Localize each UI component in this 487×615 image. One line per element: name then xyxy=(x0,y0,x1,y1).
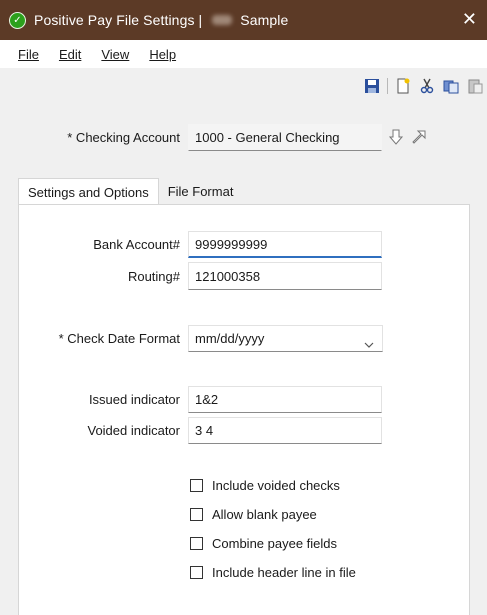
copy-icon[interactable] xyxy=(441,76,461,96)
routing-value: 121000358 xyxy=(195,268,261,284)
check-date-format-value: mm/dd/yyyy xyxy=(195,331,265,346)
allow-blank-payee-option[interactable]: Allow blank payee xyxy=(190,507,317,522)
combine-payee-fields-option[interactable]: Combine payee fields xyxy=(190,536,337,551)
toolbar-separator xyxy=(387,78,388,94)
toolbar xyxy=(360,74,487,98)
include-header-line-option[interactable]: Include header line in file xyxy=(190,565,356,580)
include-voided-checks-checkbox[interactable] xyxy=(190,479,203,492)
issued-indicator-input[interactable]: 1&2 xyxy=(188,386,382,413)
tab-file-format[interactable]: File Format xyxy=(159,178,243,204)
issued-indicator-label: Issued indicator xyxy=(88,392,180,407)
menu-edit[interactable]: Edit xyxy=(57,45,83,64)
company-name: Sample xyxy=(240,12,289,28)
menu-file-label: File xyxy=(18,46,39,62)
menu-help[interactable]: Help xyxy=(147,45,178,64)
voided-indicator-label: Voided indicator xyxy=(87,423,180,438)
menu-view[interactable]: View xyxy=(99,45,131,64)
combine-payee-fields-label: Combine payee fields xyxy=(212,536,338,551)
include-voided-checks-option[interactable]: Include voided checks xyxy=(190,478,340,493)
check-date-format-label: * Check Date Format xyxy=(58,331,180,346)
menu-help-label: Help xyxy=(149,46,177,62)
checking-account-value: 1000 - General Checking xyxy=(195,130,340,145)
menu-edit-label: Edit xyxy=(58,46,82,62)
tab-settings-and-options[interactable]: Settings and Options xyxy=(18,178,159,205)
combine-payee-fields-checkbox[interactable] xyxy=(190,537,203,550)
bank-account-label: Bank Account# xyxy=(93,237,180,252)
arrow-down-icon[interactable] xyxy=(388,129,404,148)
chevron-down-icon xyxy=(364,336,374,351)
include-header-line-label: Include header line in file xyxy=(212,565,356,580)
redacted-company-icon xyxy=(212,15,233,25)
menu-bar: File Edit View Help xyxy=(0,40,487,68)
window-title: Positive Pay File Settings | xyxy=(34,12,203,28)
save-icon[interactable] xyxy=(362,76,382,96)
new-document-icon[interactable] xyxy=(393,76,413,96)
issued-indicator-value: 1&2 xyxy=(195,392,219,407)
routing-input[interactable]: 121000358 xyxy=(188,262,382,290)
menu-file[interactable]: File xyxy=(16,45,41,64)
bank-account-input[interactable]: 9999999999 xyxy=(188,231,382,258)
check-date-format-select[interactable]: mm/dd/yyyy xyxy=(188,325,383,352)
tab-file-format-label: File Format xyxy=(167,183,234,199)
checking-account-label: * Checking Account xyxy=(67,130,180,145)
routing-label: Routing# xyxy=(127,269,180,284)
paste-icon[interactable] xyxy=(465,76,485,96)
voided-indicator-value: 3 4 xyxy=(195,423,214,438)
cut-icon[interactable] xyxy=(417,76,437,96)
include-header-line-checkbox[interactable] xyxy=(190,566,203,579)
include-voided-checks-label: Include voided checks xyxy=(212,478,340,493)
voided-indicator-input[interactable]: 3 4 xyxy=(188,417,382,444)
arrow-up-right-icon[interactable] xyxy=(410,129,426,148)
menu-view-label: View xyxy=(101,46,130,62)
allow-blank-payee-checkbox[interactable] xyxy=(190,508,203,521)
checking-account-field[interactable]: 1000 - General Checking xyxy=(188,124,382,151)
close-icon[interactable]: ✕ xyxy=(462,9,477,30)
tab-settings-label: Settings and Options xyxy=(28,184,149,200)
allow-blank-payee-label: Allow blank payee xyxy=(212,507,317,522)
tab-strip: Settings and Options File Format xyxy=(18,178,243,205)
app-logo-icon: ✓ xyxy=(9,11,26,29)
title-bar: ✓ Positive Pay File Settings | Sample ✕ xyxy=(0,0,487,40)
bank-account-value: 9999999999 xyxy=(195,236,268,252)
